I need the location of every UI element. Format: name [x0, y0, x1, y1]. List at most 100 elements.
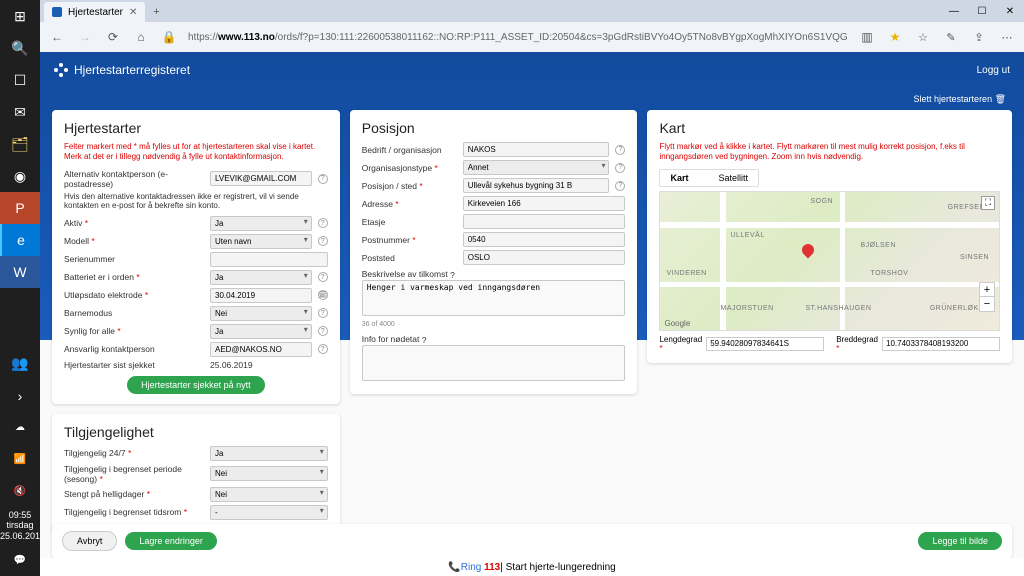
- favorite-star-icon[interactable]: ★: [886, 30, 904, 44]
- window-minimize-button[interactable]: —: [940, 0, 968, 22]
- alt-contact-input[interactable]: [210, 171, 312, 186]
- forward-button[interactable]: →: [76, 30, 94, 44]
- orgtype-label: Organisasjonstype *: [362, 163, 457, 173]
- info-icon[interactable]: ?: [615, 145, 625, 155]
- postnr-label: Postnummer *: [362, 235, 457, 245]
- map-pin-icon[interactable]: [802, 244, 816, 258]
- refresh-button[interactable]: ⟳: [104, 30, 122, 44]
- word-icon[interactable]: W: [0, 256, 40, 288]
- app-header: Hjertestarterregisteret Logg ut: [40, 52, 1024, 88]
- checked-again-button[interactable]: Hjertestarter sjekket på nytt: [127, 376, 265, 394]
- window-maximize-button[interactable]: ☐: [968, 0, 996, 22]
- browser-tab[interactable]: Hjertestarter ✕: [44, 2, 145, 22]
- calendar-icon[interactable]: 🗓: [318, 290, 328, 300]
- taskbar-clock[interactable]: 09:55 tirsdag 25.06.2019: [0, 508, 40, 544]
- info-icon[interactable]: ?: [450, 270, 455, 280]
- add-image-button[interactable]: Legge til bilde: [918, 532, 1002, 550]
- etasje-input[interactable]: [463, 214, 626, 229]
- utlop-label: Utløpsdato elektrode *: [64, 290, 204, 300]
- info-icon[interactable]: ?: [318, 272, 328, 282]
- mail-icon[interactable]: ✉: [0, 96, 40, 128]
- logout-link[interactable]: Logg ut: [977, 65, 1010, 76]
- reader-icon[interactable]: ▥: [858, 30, 876, 44]
- lock-icon: 🔒: [160, 30, 178, 44]
- periode-select[interactable]: [210, 466, 328, 481]
- info-nodetat-textarea[interactable]: [362, 345, 626, 381]
- map-label: TORSHOV: [870, 270, 908, 277]
- save-button[interactable]: Lagre endringer: [125, 532, 217, 550]
- zoom-out-button[interactable]: −: [980, 297, 994, 311]
- edge-icon[interactable]: e: [0, 224, 40, 256]
- aktiv-select[interactable]: [210, 216, 312, 231]
- new-tab-button[interactable]: +: [145, 2, 167, 22]
- card-title: Kart: [659, 120, 1000, 136]
- sist-sjekket-value: 25.06.2019: [210, 360, 328, 370]
- search-icon[interactable]: 🔍: [0, 32, 40, 64]
- info-icon[interactable]: ?: [318, 174, 328, 184]
- start-button[interactable]: ⊞: [0, 0, 40, 32]
- utlop-input[interactable]: [210, 288, 312, 303]
- orgtype-select[interactable]: [463, 160, 610, 175]
- bedrift-input[interactable]: [463, 142, 610, 157]
- file-explorer-icon[interactable]: 🗂: [0, 128, 40, 160]
- ansvarlig-input[interactable]: [210, 342, 312, 357]
- t247-select[interactable]: [210, 446, 328, 461]
- home-button[interactable]: ⌂: [132, 30, 150, 44]
- possted-input[interactable]: [463, 178, 610, 193]
- poststed-input[interactable]: [463, 250, 626, 265]
- more-icon[interactable]: ⋯: [998, 31, 1016, 44]
- notes-icon[interactable]: ✎: [942, 31, 960, 44]
- tray-expand-icon[interactable]: ›: [0, 380, 40, 412]
- info-icon[interactable]: ?: [318, 308, 328, 318]
- info-icon[interactable]: ?: [615, 181, 625, 191]
- synlig-label: Synlig for alle *: [64, 326, 204, 336]
- position-card: Posisjon Bedrift / organisasjon ? Organi…: [350, 110, 638, 394]
- info-icon[interactable]: ?: [318, 326, 328, 336]
- action-center-icon[interactable]: 💬: [0, 544, 40, 576]
- adresse-label: Adresse *: [362, 199, 457, 209]
- back-button[interactable]: ←: [48, 30, 66, 44]
- lng-input[interactable]: [706, 337, 824, 351]
- info-icon[interactable]: ?: [422, 335, 427, 345]
- delete-defibrillator-link[interactable]: Slett hjertestarteren 🗑: [914, 94, 1006, 105]
- chrome-icon[interactable]: ◉: [0, 160, 40, 192]
- window-close-button[interactable]: ✕: [996, 0, 1024, 22]
- volume-icon[interactable]: 🔇: [0, 476, 40, 508]
- footer-actions: Avbryt Lagre endringer Legge til bilde: [52, 524, 1012, 558]
- powerpoint-icon[interactable]: P: [0, 192, 40, 224]
- possted-label: Posisjon / sted *: [362, 181, 457, 191]
- adresse-input[interactable]: [463, 196, 626, 211]
- close-tab-icon[interactable]: ✕: [129, 7, 137, 18]
- wifi-icon[interactable]: 📶: [0, 444, 40, 476]
- info-icon[interactable]: ?: [318, 236, 328, 246]
- beskrivelse-textarea[interactable]: [362, 280, 626, 316]
- serienummer-input[interactable]: [210, 252, 328, 267]
- synlig-select[interactable]: [210, 324, 312, 339]
- task-view-icon[interactable]: ☐: [0, 64, 40, 96]
- postnr-input[interactable]: [463, 232, 626, 247]
- stengt-select[interactable]: [210, 487, 328, 502]
- share-icon[interactable]: ⇪: [970, 31, 988, 44]
- app-logo[interactable]: Hjertestarterregisteret: [54, 63, 190, 77]
- url-field[interactable]: https://www.113.no/ords/f?p=130:111:2260…: [188, 32, 848, 43]
- info-icon[interactable]: ?: [318, 218, 328, 228]
- map-tab[interactable]: Kart: [660, 170, 698, 186]
- phone-icon: 📞: [448, 562, 460, 573]
- barnemodus-select[interactable]: [210, 306, 312, 321]
- modell-select[interactable]: [210, 234, 312, 249]
- cancel-button[interactable]: Avbryt: [62, 531, 117, 551]
- lat-input[interactable]: [882, 337, 1000, 351]
- ring-label: Ring: [461, 562, 482, 573]
- map-canvas[interactable]: SOGN GREFSEN ULLEVÅL BJØLSEN VINDEREN TO…: [659, 191, 1000, 331]
- favorites-icon[interactable]: ☆: [914, 31, 932, 44]
- zoom-in-button[interactable]: +: [980, 283, 994, 297]
- ansvarlig-label: Ansvarlig kontaktperson: [64, 344, 204, 354]
- fullscreen-icon[interactable]: ⛶: [981, 196, 995, 210]
- info-icon[interactable]: ?: [615, 163, 625, 173]
- batteriet-select[interactable]: [210, 270, 312, 285]
- satellite-tab[interactable]: Satellitt: [708, 170, 758, 186]
- info-icon[interactable]: ?: [318, 344, 328, 354]
- tidsrom-select[interactable]: [210, 505, 328, 520]
- weather-icon[interactable]: ☁: [0, 412, 40, 444]
- people-icon[interactable]: 👥: [0, 348, 40, 380]
